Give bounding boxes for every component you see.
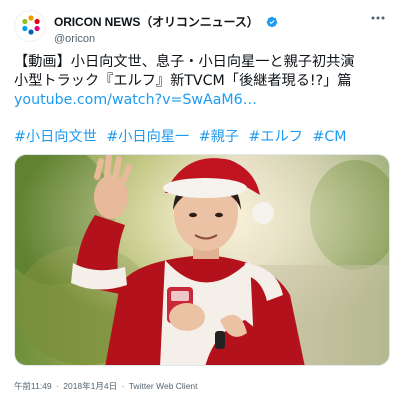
tweet-client: Twitter Web Client [128,381,198,391]
account-names[interactable]: ORICON NEWS（オリコンニュース） @oricon [54,11,278,45]
display-name[interactable]: ORICON NEWS（オリコンニュース） [54,13,259,30]
hashtag-link[interactable]: #小日向星一 [106,129,189,145]
tweet-text-line: 【動画】小日向文世、息子・小日向星一と親子初共演 [14,54,355,70]
tweet-link[interactable]: youtube.com/watch?v=SwAaM6… [14,91,394,110]
tweet-header: ORICON NEWS（オリコンニュース） @oricon [14,10,389,45]
meta-separator: · [121,381,125,391]
avatar[interactable] [14,10,46,42]
tweet-meta: 午前11:49 · 2018年1月4日 · Twitter Web Client [14,380,200,392]
hashtag-list: #小日向文世 #小日向星一 #親子 #エルフ #CM [14,128,351,147]
tweet-text-line: 小型トラック『エルフ』新TVCM「後継者現る!?」篇 [14,73,352,89]
video-thumbnail[interactable] [14,154,390,366]
tweet-time[interactable]: 午前11:49 [14,381,52,391]
account-handle[interactable]: @oricon [54,33,278,45]
hashtag-link[interactable]: #CM [312,129,346,145]
video-thumbnail-image [15,155,389,365]
hashtag-link[interactable]: #親子 [199,129,239,145]
hashtag-link[interactable]: #小日向文世 [14,129,97,145]
ellipsis-icon[interactable] [369,12,387,26]
verified-badge-icon [266,16,277,27]
oricon-logo-icon [22,15,40,35]
hashtag-link[interactable]: #エルフ [248,129,302,145]
tweet-date[interactable]: 2018年1月4日 [63,381,117,391]
meta-separator: · [56,381,59,391]
tweet-text: 【動画】小日向文世、息子・小日向星一と親子初共演 小型トラック『エルフ』新TVC… [14,53,394,110]
tweet-card: ORICON NEWS（オリコンニュース） @oricon 【動画】小日向文世、… [0,0,401,407]
